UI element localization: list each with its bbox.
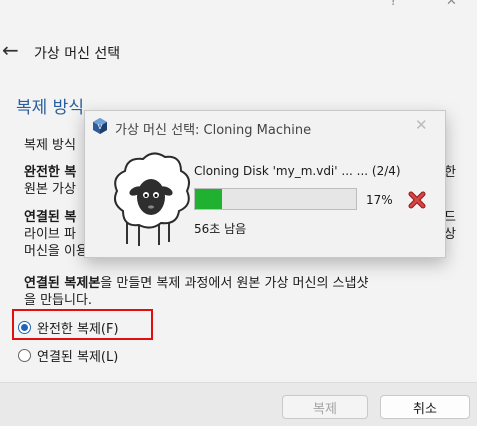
cancel-operation-icon[interactable] xyxy=(407,190,427,214)
dialog-titlebar[interactable]: V 가상 머신 선택: Cloning Machine ✕ xyxy=(85,111,445,141)
back-arrow-icon[interactable]: ← xyxy=(2,38,19,62)
linked-clone-label: 연결된 복제(L) xyxy=(37,350,119,365)
virtualbox-logo-icon: V xyxy=(91,117,109,139)
description-bold: 연결된 복 xyxy=(24,210,77,225)
clone-status-text: Cloning Disk 'my_m.vdi' ... ... (2/4) xyxy=(194,164,401,178)
sheep-mascot-icon xyxy=(103,149,193,253)
clone-button[interactable]: 복제 xyxy=(282,395,368,419)
page-title: 가상 머신 선택 xyxy=(34,46,121,62)
description-line: 을 만듭니다. xyxy=(24,293,93,308)
linked-clone-option[interactable]: 연결된 복제(L) xyxy=(18,346,118,365)
description-bold: 연결된 복제본 xyxy=(24,276,101,291)
dialog-title: 가상 머신 선택: Cloning Machine xyxy=(115,123,312,138)
description-line: 원본 가상 xyxy=(24,182,76,197)
window-close-icon[interactable]: ✕ xyxy=(446,0,457,9)
description-line: 복제 방식 xyxy=(24,138,76,153)
svg-text:V: V xyxy=(98,123,103,131)
linked-clone-description: 연결된 복제본을 만들면 복제 과정에서 원본 가상 머신의 스냅샷 xyxy=(24,275,368,292)
description-text: 을 만들면 복제 과정에서 원본 가상 머신의 스냅샷 xyxy=(100,276,369,291)
progress-percent: 17% xyxy=(366,193,393,207)
dialog-close-icon[interactable]: ✕ xyxy=(415,116,428,134)
progress-bar-fill xyxy=(195,189,223,209)
radio-unselected-icon[interactable] xyxy=(18,349,31,362)
time-remaining: 56초 남음 xyxy=(194,222,247,236)
section-heading: 복제 방식 xyxy=(16,98,84,118)
cancel-button[interactable]: 취소 xyxy=(380,395,470,419)
progress-bar xyxy=(194,188,357,210)
help-icon[interactable]: ? xyxy=(390,0,397,9)
highlight-box xyxy=(12,309,153,340)
description-line: 라이브 파 xyxy=(24,227,76,242)
progress-dialog: V 가상 머신 선택: Cloning Machine ✕ Cloning Di… xyxy=(84,110,446,258)
description-bold: 완전한 복 xyxy=(24,165,77,180)
